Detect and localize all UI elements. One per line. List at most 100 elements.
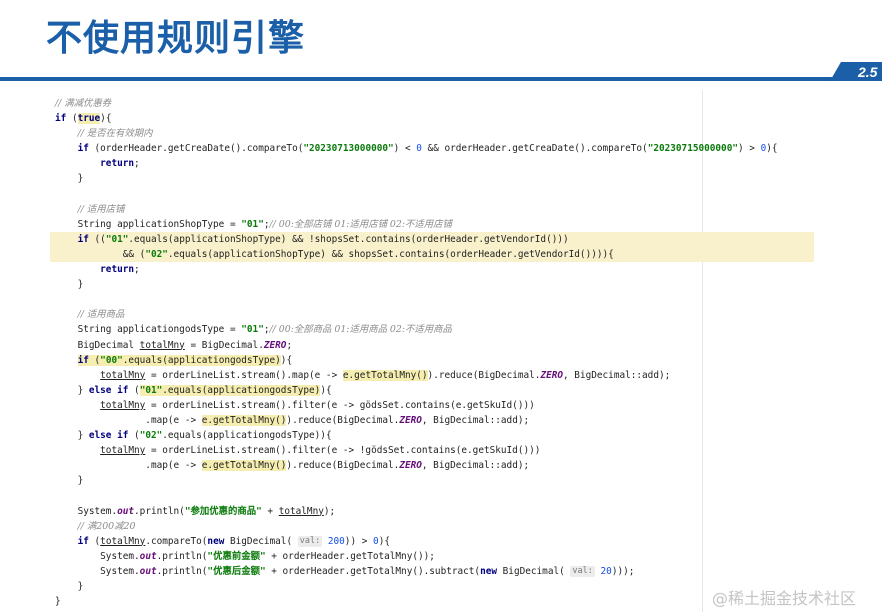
code-token: BigDecimal( [224,535,298,547]
code-token: true [77,113,101,125]
code-line: } [55,277,778,292]
code-token: out [117,505,135,517]
title-underline-bar [0,77,882,81]
code-line: } [55,171,778,186]
code-token: out [139,550,157,562]
code-line: totalMny = orderLineList.stream().map(e … [55,368,778,383]
code-token: .equals(applicationgodsType) [122,354,281,366]
code-token: System. [55,565,140,577]
code-line: String applicationShopType = "01";// 00:… [55,217,778,232]
code-line: return; [55,156,778,171]
code-token: = orderLineList.stream().filter(e -> göd… [145,399,535,411]
code-line: // 满200减20 [55,519,778,534]
code-token: System. [55,505,118,517]
code-token: return [100,158,135,170]
code-line: // 满减优惠券 [55,96,778,111]
code-line: return; [55,262,778,277]
code-token: .println( [156,565,208,577]
code-token: else if [88,430,129,442]
code-token: totalMny [278,505,324,517]
code-line: && ("02".equals(applicationShopType) && … [55,247,778,262]
code-line: totalMny = orderLineList.stream().filter… [55,443,778,458]
code-token: if [77,535,89,547]
code-token: "01" [241,218,264,230]
code-line: String applicationgodsType = "01";// 00:… [55,322,778,337]
code-token: out [139,565,157,577]
code-line: } [55,473,778,488]
code-token: if [55,113,67,125]
code-token: totalMny [100,369,146,381]
code-token: = BigDecimal. [184,339,264,351]
code-token: .equals(applicationgodsType)){ [162,430,332,442]
code-token: .println( [156,550,208,562]
code-line: } else if ("01".equals(applicationgodsTy… [55,383,778,398]
code-token: e.getTotalMny() [201,460,287,472]
code-token: new [207,535,225,547]
code-block: // 满减优惠券 if (true){ // 是否在有效期内 if (orderH… [55,96,778,609]
code-line: totalMny = orderLineList.stream().filter… [55,398,778,413]
code-token: } [55,430,89,442]
code-line: .map(e -> e.getTotalMny()).reduce(BigDec… [55,413,778,428]
code-token: } [55,475,84,487]
code-token: new [480,565,498,577]
code-token: // 00:全部店铺 01:适用店铺 02:不适用店铺 [269,218,452,230]
code-token: ) > [738,143,761,155]
code-token: "参加优惠的商品" [184,505,262,517]
code-token: , BigDecimal::add); [563,369,671,381]
code-line: // 适用店铺 [55,202,778,217]
code-token: // 满200减20 [77,520,136,532]
code-token: ) < [393,143,417,155]
code-line: } [55,579,778,594]
code-token: "01" [241,324,264,336]
code-line: if (totalMny.compareTo(new BigDecimal( v… [55,534,778,549]
code-token: "20230713000000" [303,143,394,155]
code-token: "00" [100,354,123,366]
code-token: BigDecimal( [497,565,571,577]
code-token: ).reduce(BigDecimal. [427,369,541,381]
code-token: ZERO [263,339,287,351]
code-line: System.out.println("参加优惠的商品" + totalMny)… [55,504,778,519]
code-token: ( [66,113,78,125]
code-token: totalMny [100,445,146,457]
code-token: String applicationgodsType = [55,324,242,336]
code-token: "01" [139,384,163,396]
code-token: // 适用店铺 [77,203,125,215]
code-token: ).reduce(BigDecimal. [286,460,400,472]
code-token: // 满减优惠券 [55,98,112,109]
code-token: "优惠前金额" [207,550,266,562]
code-token: ).reduce(BigDecimal. [286,414,400,426]
code-token: , BigDecimal::add); [421,460,530,472]
code-token: } [55,279,84,291]
code-token: return [100,264,135,276]
code-token: )) > [344,535,374,547]
parameter-hint: val: [570,565,595,577]
code-token: 200 [322,535,345,547]
code-token: if [77,143,89,155]
code-token: ){ [320,384,332,396]
code-token: "20230715000000" [647,143,738,155]
code-token: ){ [766,143,778,155]
code-token: totalMny [100,535,146,547]
code-token: if [77,354,89,366]
code-token: if [77,233,89,245]
code-token: BigDecimal [55,339,140,351]
code-token: .equals(applicationgodsType) [162,384,321,396]
code-line: if ("00".equals(applicationgodsType)){ [55,353,778,368]
code-token: } [55,384,89,396]
code-token: String applicationShopType = [55,218,242,230]
code-token: (orderHeader.getCreaDate().compareTo( [88,143,304,155]
watermark: @稀土掘金技术社区 [712,589,857,608]
code-token: // 适用商品 [77,309,125,321]
parameter-hint: val: [297,535,323,547]
